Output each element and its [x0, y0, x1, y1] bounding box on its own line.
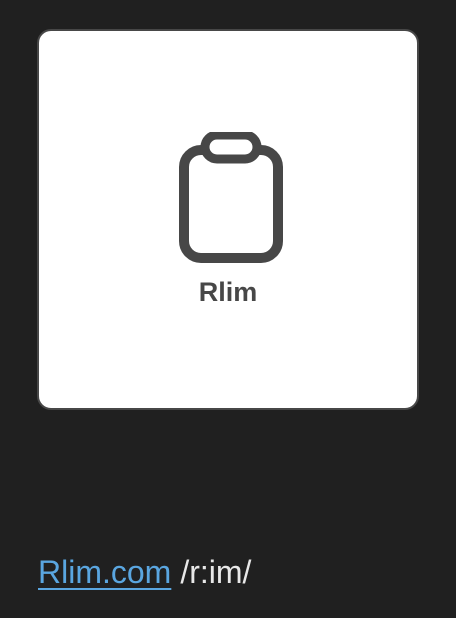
page: Rlim Rlim.com/r:im/	[0, 0, 456, 618]
logo-card: Rlim	[37, 29, 419, 410]
domain-link[interactable]: Rlim.com	[38, 554, 171, 590]
pronunciation-text: /r:im/	[180, 554, 252, 590]
domain-line: Rlim.com/r:im/	[38, 552, 251, 592]
clipboard-icon	[178, 132, 284, 264]
logo-label: Rlim	[198, 277, 258, 307]
